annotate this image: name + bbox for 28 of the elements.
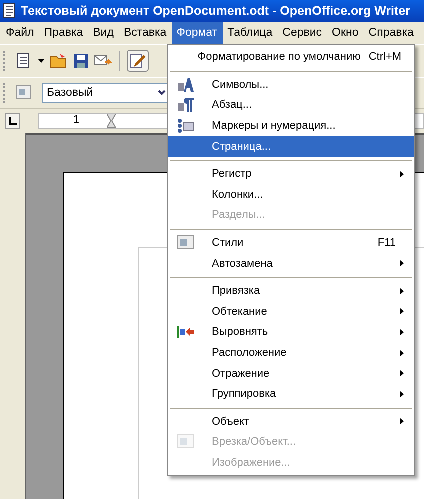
menu-item[interactable]: Правка (39, 22, 88, 44)
menu-item[interactable]: Вставка (118, 22, 172, 44)
menu-item[interactable]: Абзац... (168, 95, 414, 116)
menu-item[interactable]: Таблица (222, 22, 278, 44)
menu-item[interactable]: Привязка (168, 280, 414, 302)
menu-item[interactable]: Стили F11 (168, 232, 414, 254)
menu-item[interactable]: Сервис (278, 22, 328, 44)
window-title: Текстовый документ OpenDocument.odt - OpenOffice.org Writer (21, 4, 410, 18)
menu-item[interactable]: Отражение (168, 363, 414, 384)
ruler-number: 1 (73, 114, 80, 126)
menu-item[interactable]: Справка (364, 22, 419, 44)
menu-item[interactable]: Вид (88, 22, 119, 44)
menu-item[interactable]: Колонки... (168, 184, 414, 206)
menu-item[interactable]: Группировка (168, 384, 414, 404)
menu-item[interactable]: Расположение (168, 342, 414, 364)
menu-item[interactable]: Выровнять (168, 322, 414, 343)
menu-item[interactable]: Окно (327, 22, 364, 44)
menu-item[interactable]: Файл (1, 22, 40, 44)
menu-item[interactable]: Форматирование по умолчанию Ctrl+M (168, 47, 414, 68)
menu-item[interactable]: Обтекание (168, 302, 414, 322)
paragraph-style-field[interactable]: Базовый (42, 83, 170, 103)
menu-item[interactable]: Автозамена (168, 253, 414, 274)
menu-item[interactable]: Объект (168, 412, 414, 432)
menu-item[interactable]: Маркеры и нумерация... (168, 116, 414, 136)
menu-item[interactable]: Страница... (168, 136, 414, 157)
menu-item[interactable]: Формат (172, 22, 223, 44)
menu-item[interactable]: Регистр (168, 164, 414, 185)
menu-item[interactable]: Символы... (168, 74, 414, 96)
